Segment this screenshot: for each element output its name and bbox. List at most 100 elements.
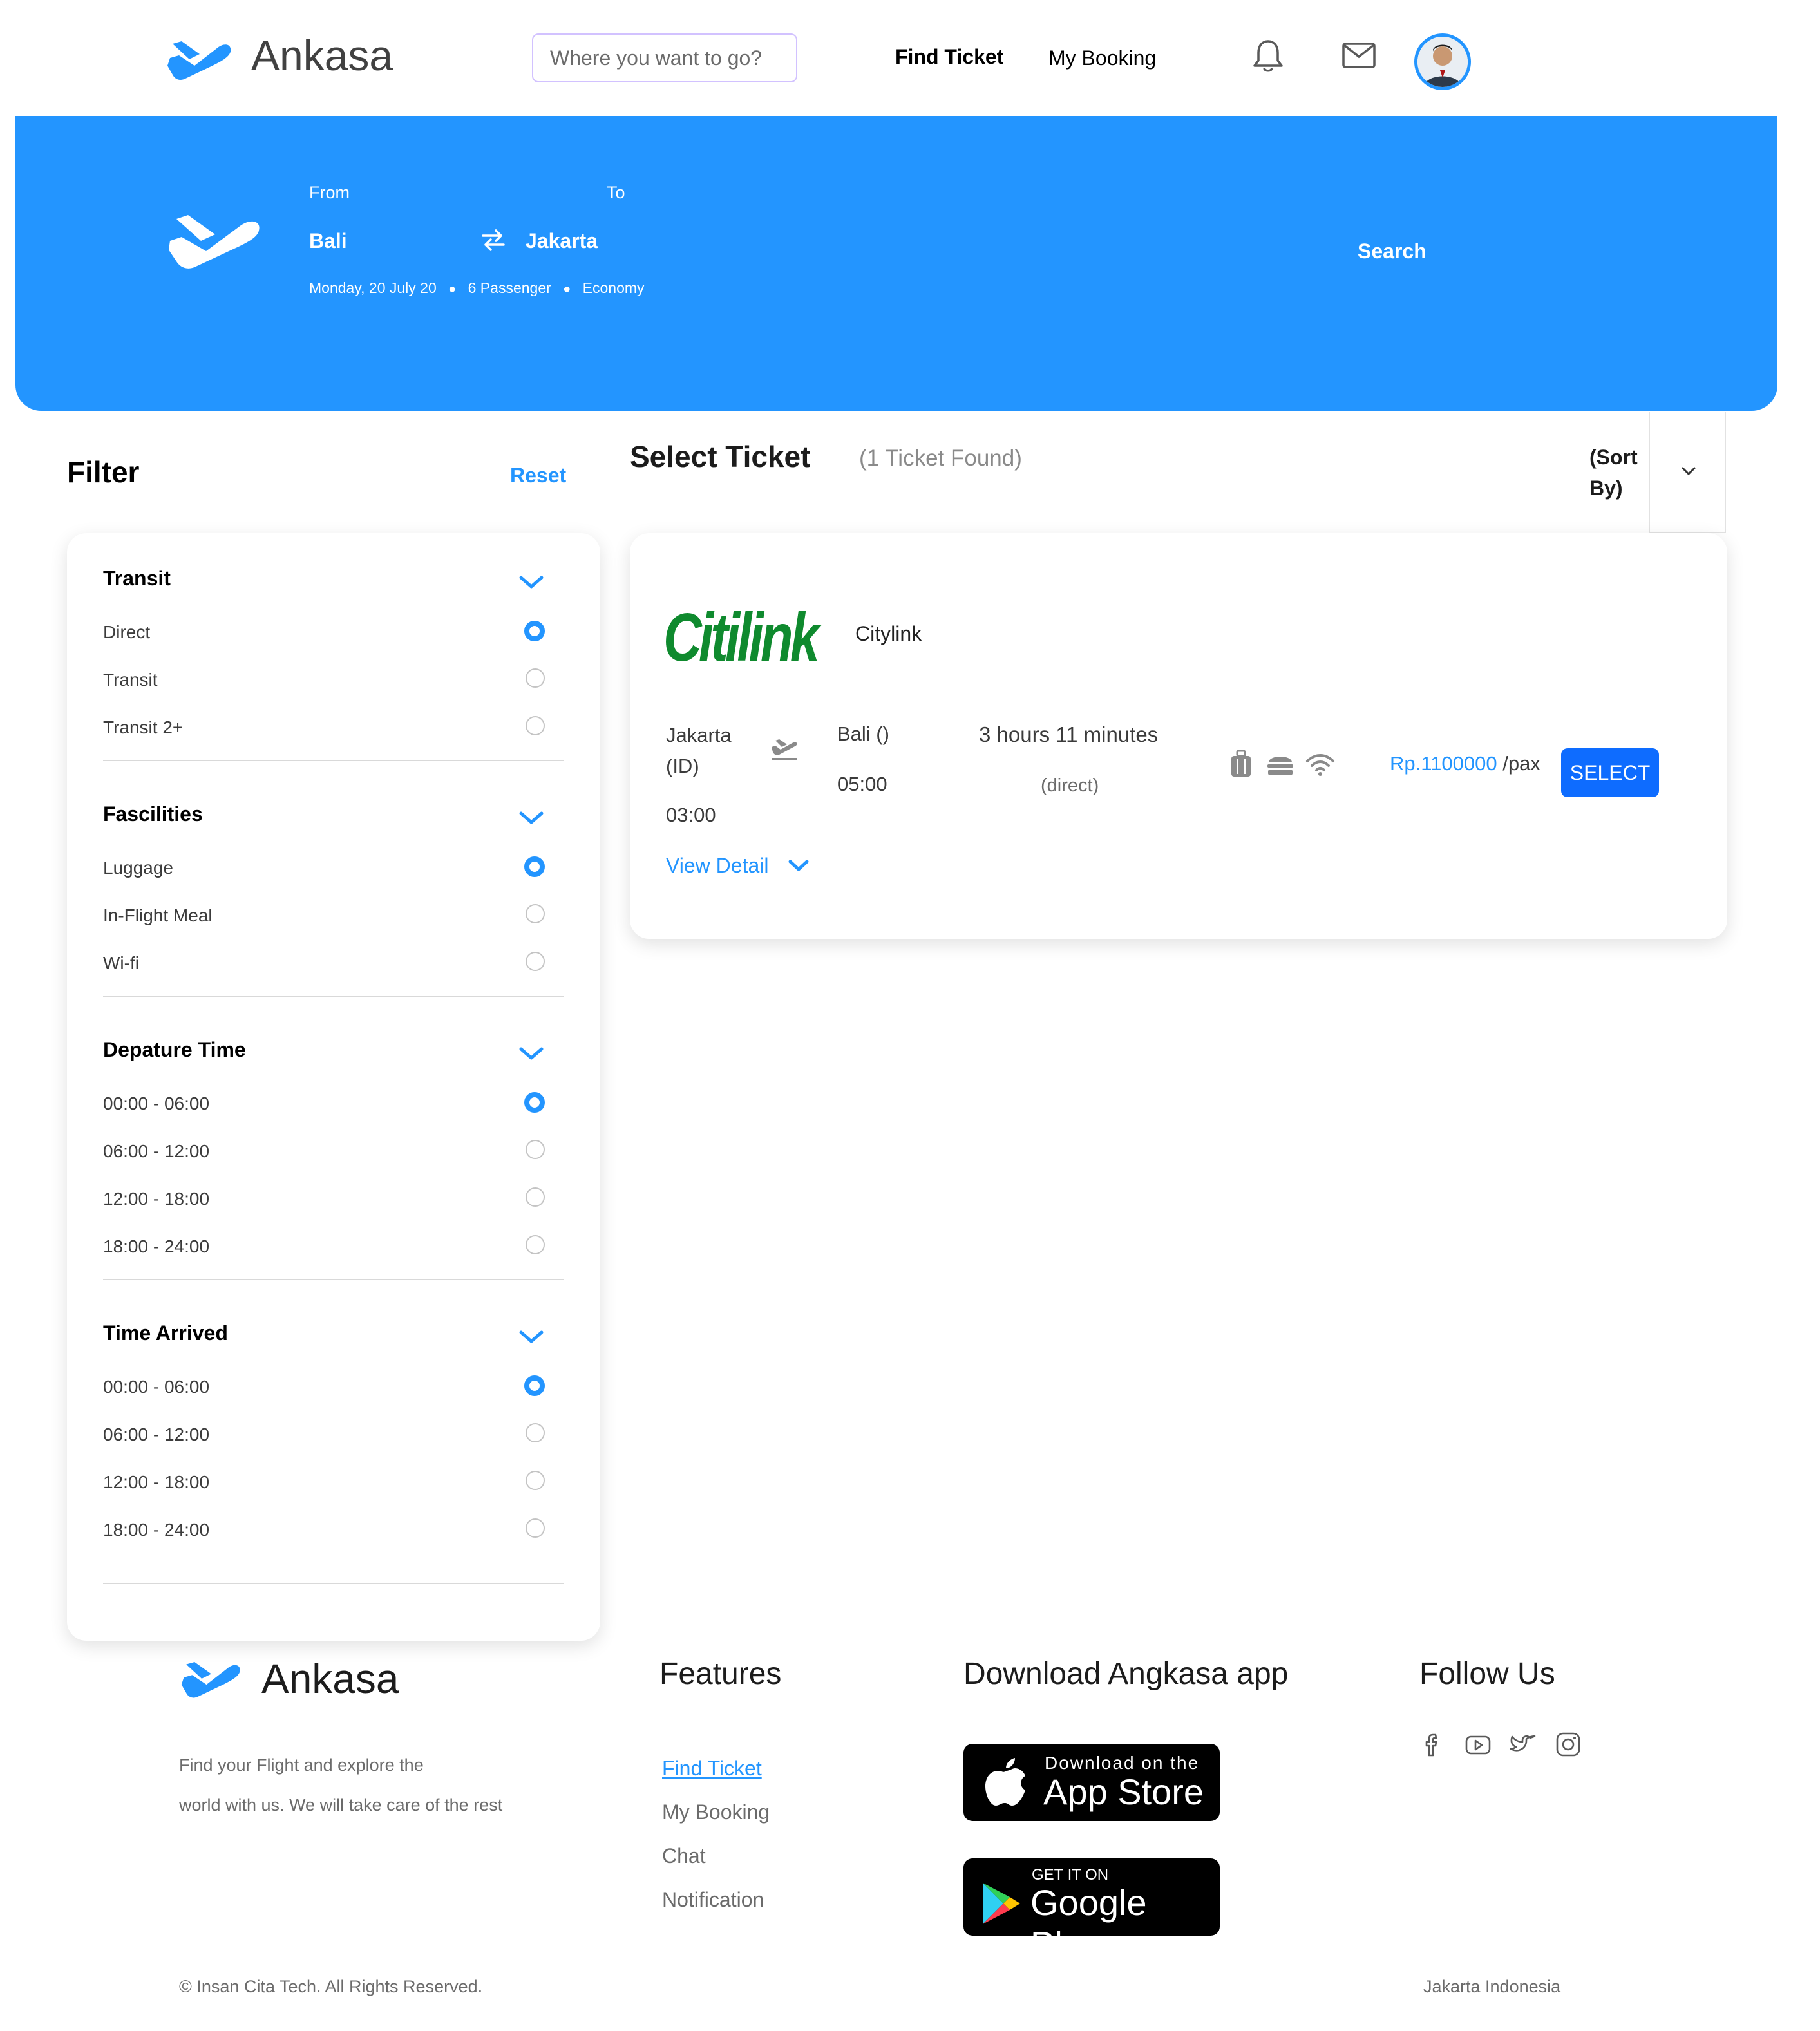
chevron-down-icon <box>1682 467 1696 476</box>
apple-icon <box>985 1758 1025 1806</box>
filter-option-label: Wi-fi <box>103 953 139 973</box>
arrival-time: 05:00 <box>837 773 887 795</box>
plane-takeoff-icon <box>770 737 799 761</box>
filter-radio[interactable] <box>524 856 545 877</box>
instagram-icon[interactable] <box>1555 1731 1582 1758</box>
bell-icon[interactable] <box>1252 37 1284 73</box>
filter-radio[interactable] <box>526 1423 545 1442</box>
trip-info: Monday, 20 July 20 ● 6 Passenger ● Econo… <box>309 279 645 297</box>
footer-brand: Ankasa <box>261 1656 399 1702</box>
filter-option-label: Direct <box>103 622 151 642</box>
search-button[interactable]: Search <box>1358 240 1427 263</box>
chevron-down-icon[interactable] <box>518 1046 545 1063</box>
filter-radio[interactable] <box>526 1140 545 1159</box>
chevron-down-icon <box>788 860 809 871</box>
youtube-icon[interactable] <box>1465 1731 1492 1758</box>
footer-link-notification[interactable]: Notification <box>662 1878 770 1922</box>
reset-button[interactable]: Reset <box>510 464 566 487</box>
footer-link-my-booking[interactable]: My Booking <box>662 1790 770 1834</box>
search-box[interactable] <box>532 33 797 82</box>
nav-find-ticket[interactable]: Find Ticket <box>895 45 1003 69</box>
airline-name: Citylink <box>855 622 922 645</box>
app-store-big-text: App Store <box>1043 1771 1204 1812</box>
origin-country: (ID) <box>666 755 699 777</box>
filter-section-title: Fascilities <box>103 802 203 826</box>
swap-icon[interactable] <box>482 229 505 251</box>
from-city[interactable]: Bali <box>309 229 347 253</box>
footer-tagline-line1: Find your Flight and explore the <box>179 1755 424 1775</box>
luggage-icon <box>1230 750 1252 779</box>
filter-divider <box>103 1583 564 1584</box>
filter-radio[interactable] <box>526 1518 545 1538</box>
filter-option-label: Transit <box>103 670 158 690</box>
filter-radio[interactable] <box>524 621 545 641</box>
avatar[interactable] <box>1414 33 1471 90</box>
header-logo[interactable] <box>166 32 233 84</box>
nav-my-booking[interactable]: My Booking <box>1048 46 1156 70</box>
sort-by-label[interactable]: (Sort By) <box>1589 442 1638 504</box>
footer-link-chat[interactable]: Chat <box>662 1834 770 1878</box>
results-title: Select Ticket <box>630 440 811 473</box>
route-type: (direct) <box>1041 775 1099 796</box>
view-detail-link[interactable]: View Detail <box>666 854 810 878</box>
download-title: Download Angkasa app <box>963 1657 1289 1691</box>
dot-separator: ● <box>448 282 457 296</box>
features-title: Features <box>659 1657 782 1691</box>
origin-city: Jakarta (ID) <box>666 720 732 782</box>
sort-dropdown[interactable] <box>1649 412 1726 533</box>
filter-option-label: 18:00 - 24:00 <box>103 1520 210 1540</box>
filter-title: Filter <box>67 455 140 489</box>
footer-tagline-line2: world with us. We will take care of the … <box>179 1795 503 1815</box>
google-play-button[interactable]: GET IT ON Google Play <box>963 1858 1220 1965</box>
wifi-icon <box>1305 753 1336 777</box>
filter-radio[interactable] <box>526 1187 545 1207</box>
filter-option-label: 06:00 - 12:00 <box>103 1141 210 1161</box>
features-list: Find Ticket My Booking Chat Notification <box>662 1746 770 1922</box>
filter-radio[interactable] <box>526 952 545 971</box>
filter-radio[interactable] <box>524 1375 545 1396</box>
search-input[interactable] <box>533 35 796 81</box>
dot-separator: ● <box>563 282 571 296</box>
select-button[interactable]: SELECT <box>1561 748 1659 797</box>
filter-option-label: In-Flight Meal <box>103 905 213 925</box>
filter-option-label: Transit 2+ <box>103 717 184 737</box>
plane-logo-icon <box>167 41 231 80</box>
social-icons <box>1419 1731 1582 1758</box>
google-play-big-text: Google Play <box>1030 1882 1147 1965</box>
meal-icon <box>1266 752 1294 777</box>
view-detail-label: View Detail <box>666 854 769 877</box>
trip-passengers: 6 Passenger <box>468 279 551 296</box>
filter-radio[interactable] <box>526 716 545 735</box>
mail-icon[interactable] <box>1342 43 1376 68</box>
footer-link-find-ticket[interactable]: Find Ticket <box>662 1746 770 1790</box>
chevron-down-icon[interactable] <box>518 1329 545 1346</box>
ticket-card <box>630 533 1727 939</box>
filter-divider <box>103 760 564 761</box>
filter-option-label: 00:00 - 06:00 <box>103 1377 210 1397</box>
filter-radio[interactable] <box>526 1471 545 1490</box>
footer-logo[interactable] <box>178 1654 245 1701</box>
filter-option-label: 12:00 - 18:00 <box>103 1189 210 1209</box>
destination-city: Bali () <box>837 723 889 745</box>
filter-radio[interactable] <box>526 1235 545 1254</box>
from-label: From <box>309 183 350 202</box>
price-value: Rp.1100000 <box>1390 752 1497 775</box>
airline-logo: Citilink <box>663 600 820 675</box>
chevron-down-icon[interactable] <box>518 810 545 827</box>
flight-duration: 3 hours 11 minutes <box>979 723 1159 746</box>
price: Rp.1100000 /pax <box>1390 752 1540 775</box>
to-city[interactable]: Jakarta <box>526 229 598 253</box>
follow-us-title: Follow Us <box>1419 1657 1555 1691</box>
filter-radio[interactable] <box>524 1092 545 1113</box>
filter-option-label: Luggage <box>103 858 174 878</box>
filter-option-label: 18:00 - 24:00 <box>103 1236 210 1256</box>
twitter-icon[interactable] <box>1510 1731 1537 1758</box>
app-store-button[interactable]: Download on the App Store <box>963 1744 1220 1821</box>
facebook-icon[interactable] <box>1419 1731 1446 1758</box>
chevron-down-icon[interactable] <box>518 574 545 591</box>
filter-radio[interactable] <box>526 668 545 688</box>
origin-city-name: Jakarta <box>666 724 732 746</box>
google-play-icon <box>983 1883 1020 1924</box>
price-unit: /pax <box>1502 752 1540 775</box>
filter-radio[interactable] <box>526 904 545 923</box>
